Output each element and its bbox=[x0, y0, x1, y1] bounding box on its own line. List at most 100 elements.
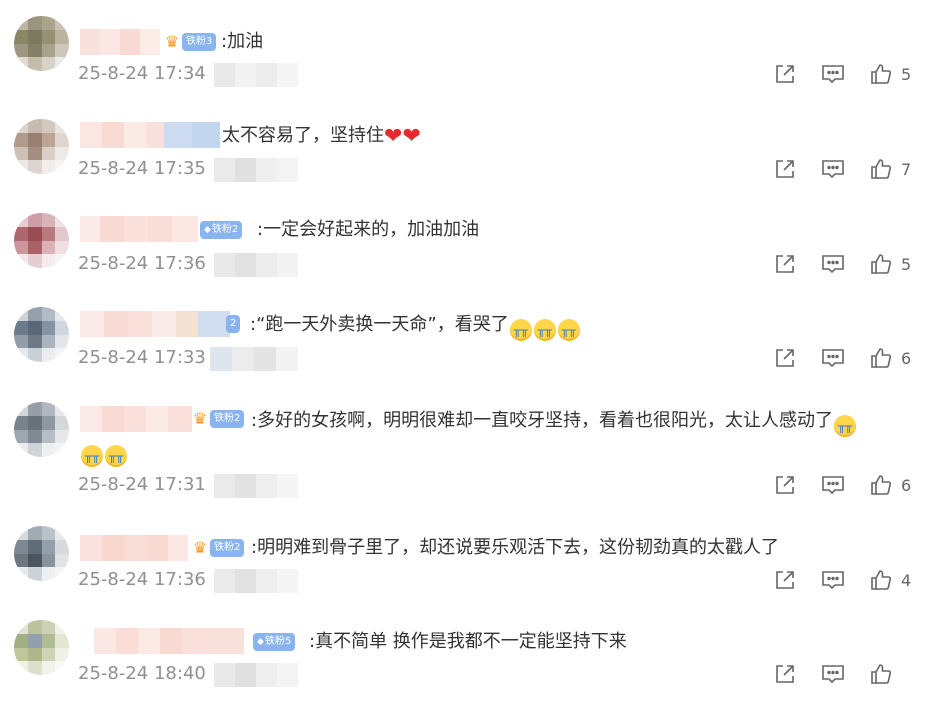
fan-badge[interactable]: 2 bbox=[226, 314, 241, 334]
like-count: 4 bbox=[901, 570, 912, 590]
share-icon[interactable] bbox=[773, 662, 797, 686]
badge-text: 铁粉5 bbox=[264, 636, 292, 647]
avatar[interactable] bbox=[14, 526, 69, 581]
avatar[interactable] bbox=[14, 620, 69, 675]
comment-text: :真不简单 换作是我都不一定能坚持下来 bbox=[309, 631, 627, 652]
like-count: 6 bbox=[901, 348, 912, 368]
crying-emoji: ╥╥ bbox=[105, 445, 127, 467]
like-count: 5 bbox=[901, 64, 912, 84]
username-blurred[interactable] bbox=[80, 535, 188, 561]
share-icon[interactable] bbox=[773, 62, 797, 86]
comment-icon[interactable] bbox=[821, 252, 845, 276]
thumbs-up-icon[interactable] bbox=[869, 346, 893, 370]
source-blurred bbox=[214, 474, 298, 498]
comment-text-content: 太不容易了，坚持住 bbox=[222, 125, 384, 146]
crying-emoji: ╥╥ bbox=[834, 415, 857, 437]
comment-text: :加油 bbox=[221, 31, 264, 52]
badge-label: 2 bbox=[226, 315, 241, 333]
heart-emoji: ❤ bbox=[402, 124, 421, 149]
fan-badge[interactable]: ◆铁粉2 bbox=[200, 220, 243, 240]
crown-icon: ♛ bbox=[192, 538, 208, 557]
thumbs-up-icon[interactable] bbox=[869, 568, 893, 592]
fan-badge[interactable]: ◆铁粉5 bbox=[253, 632, 296, 652]
like-count: 7 bbox=[901, 159, 912, 179]
like-count: 5 bbox=[901, 254, 912, 274]
comment-actions bbox=[749, 661, 913, 687]
badge-label: ◆铁粉2 bbox=[200, 221, 243, 239]
comment-icon[interactable] bbox=[821, 662, 845, 686]
comment-actions: 7 bbox=[749, 156, 913, 182]
source-blurred bbox=[210, 347, 298, 371]
thumbs-up-icon[interactable] bbox=[869, 157, 893, 181]
comment-text: :“跑一天外卖换一天命”，看哭了 ╥╥ ╥╥ ╥╥ bbox=[250, 311, 581, 341]
comment-icon[interactable] bbox=[821, 62, 845, 86]
source-blurred bbox=[214, 158, 298, 182]
avatar[interactable] bbox=[14, 213, 69, 268]
fan-badge[interactable]: ♛ 铁粉2 bbox=[190, 409, 245, 429]
avatar[interactable] bbox=[14, 402, 69, 457]
comment-time: 25-8-24 17:31 bbox=[78, 474, 206, 495]
comment-icon[interactable] bbox=[821, 157, 845, 181]
comment-time: 25-8-24 17:34 bbox=[78, 63, 206, 84]
badge-label: 铁粉2 bbox=[210, 410, 245, 428]
username-blurred[interactable] bbox=[80, 29, 160, 55]
comment-time: 25-8-24 17:36 bbox=[78, 253, 206, 274]
share-icon[interactable] bbox=[773, 346, 797, 370]
avatar[interactable] bbox=[14, 16, 69, 71]
crying-emoji: ╥╥ bbox=[557, 319, 580, 341]
badge-text: 铁粉2 bbox=[211, 224, 239, 235]
share-icon[interactable] bbox=[773, 473, 797, 497]
comment-icon[interactable] bbox=[821, 346, 845, 370]
comment-text: 太不容易了，坚持住❤❤ bbox=[222, 122, 421, 151]
comment-text: :多好的女孩啊，明明很难却一直咬牙坚持，看着也很阳光，太让人感动了 ╥╥ bbox=[251, 405, 911, 437]
username-blurred[interactable] bbox=[80, 311, 230, 337]
share-icon[interactable] bbox=[773, 157, 797, 181]
avatar[interactable] bbox=[14, 119, 69, 174]
comment-actions: 6 bbox=[749, 345, 913, 371]
diamond-icon: ◆ bbox=[204, 225, 211, 235]
source-blurred bbox=[214, 569, 298, 593]
username-blurred[interactable] bbox=[80, 406, 192, 432]
crying-emoji: ╥╥ bbox=[509, 319, 532, 341]
share-icon[interactable] bbox=[773, 568, 797, 592]
badge-label: 铁粉3 bbox=[182, 33, 217, 51]
crying-emoji: ╥╥ bbox=[81, 445, 103, 467]
comment-text-overflow: ╥╥ ╥╥ bbox=[80, 437, 128, 467]
thumbs-up-icon[interactable] bbox=[869, 252, 893, 276]
comment-text-content: :多好的女孩啊，明明很难却一直咬牙坚持，看着也很阳光，太让人感动了 bbox=[251, 410, 834, 431]
comment-text: :明明难到骨子里了，却还说要乐观活下去，这份韧劲真的太戳人了 bbox=[251, 537, 780, 558]
comment-actions: 4 bbox=[749, 567, 913, 593]
crying-emoji: ╥╥ bbox=[533, 319, 556, 341]
fan-badge[interactable]: ♛ 铁粉2 bbox=[190, 538, 245, 558]
like-count: 6 bbox=[901, 475, 912, 495]
comment-actions: 5 bbox=[749, 251, 913, 277]
comment-actions: 5 bbox=[749, 61, 913, 87]
crown-icon: ♛ bbox=[192, 409, 208, 428]
badge-label: ◆铁粉5 bbox=[253, 633, 296, 651]
source-blurred bbox=[214, 63, 298, 87]
diamond-icon: ◆ bbox=[257, 637, 264, 647]
comment-text-content: :“跑一天外卖换一天命”，看哭了 bbox=[250, 314, 509, 335]
username-blurred[interactable] bbox=[80, 216, 198, 242]
thumbs-up-icon[interactable] bbox=[869, 662, 893, 686]
comment-time: 25-8-24 17:33 bbox=[78, 347, 206, 368]
badge-label: 铁粉2 bbox=[210, 539, 245, 557]
source-blurred bbox=[214, 253, 298, 277]
comment-icon[interactable] bbox=[821, 568, 845, 592]
thumbs-up-icon[interactable] bbox=[869, 62, 893, 86]
comment-time: 25-8-24 17:35 bbox=[78, 158, 206, 179]
source-blurred bbox=[214, 663, 298, 687]
thumbs-up-icon[interactable] bbox=[869, 473, 893, 497]
heart-emoji: ❤ bbox=[384, 124, 403, 149]
comment-icon[interactable] bbox=[821, 473, 845, 497]
avatar[interactable] bbox=[14, 307, 69, 362]
crown-icon: ♛ bbox=[164, 32, 180, 51]
comment-time: 25-8-24 17:36 bbox=[78, 569, 206, 590]
comment-actions: 6 bbox=[749, 472, 913, 498]
username-blurred[interactable] bbox=[94, 628, 244, 654]
username-blurred[interactable] bbox=[80, 122, 220, 148]
fan-badge[interactable]: ♛ 铁粉3 bbox=[162, 32, 217, 52]
comment-text: :一定会好起来的，加油加油 bbox=[257, 219, 480, 240]
comment-time: 25-8-24 18:40 bbox=[78, 663, 206, 684]
share-icon[interactable] bbox=[773, 252, 797, 276]
